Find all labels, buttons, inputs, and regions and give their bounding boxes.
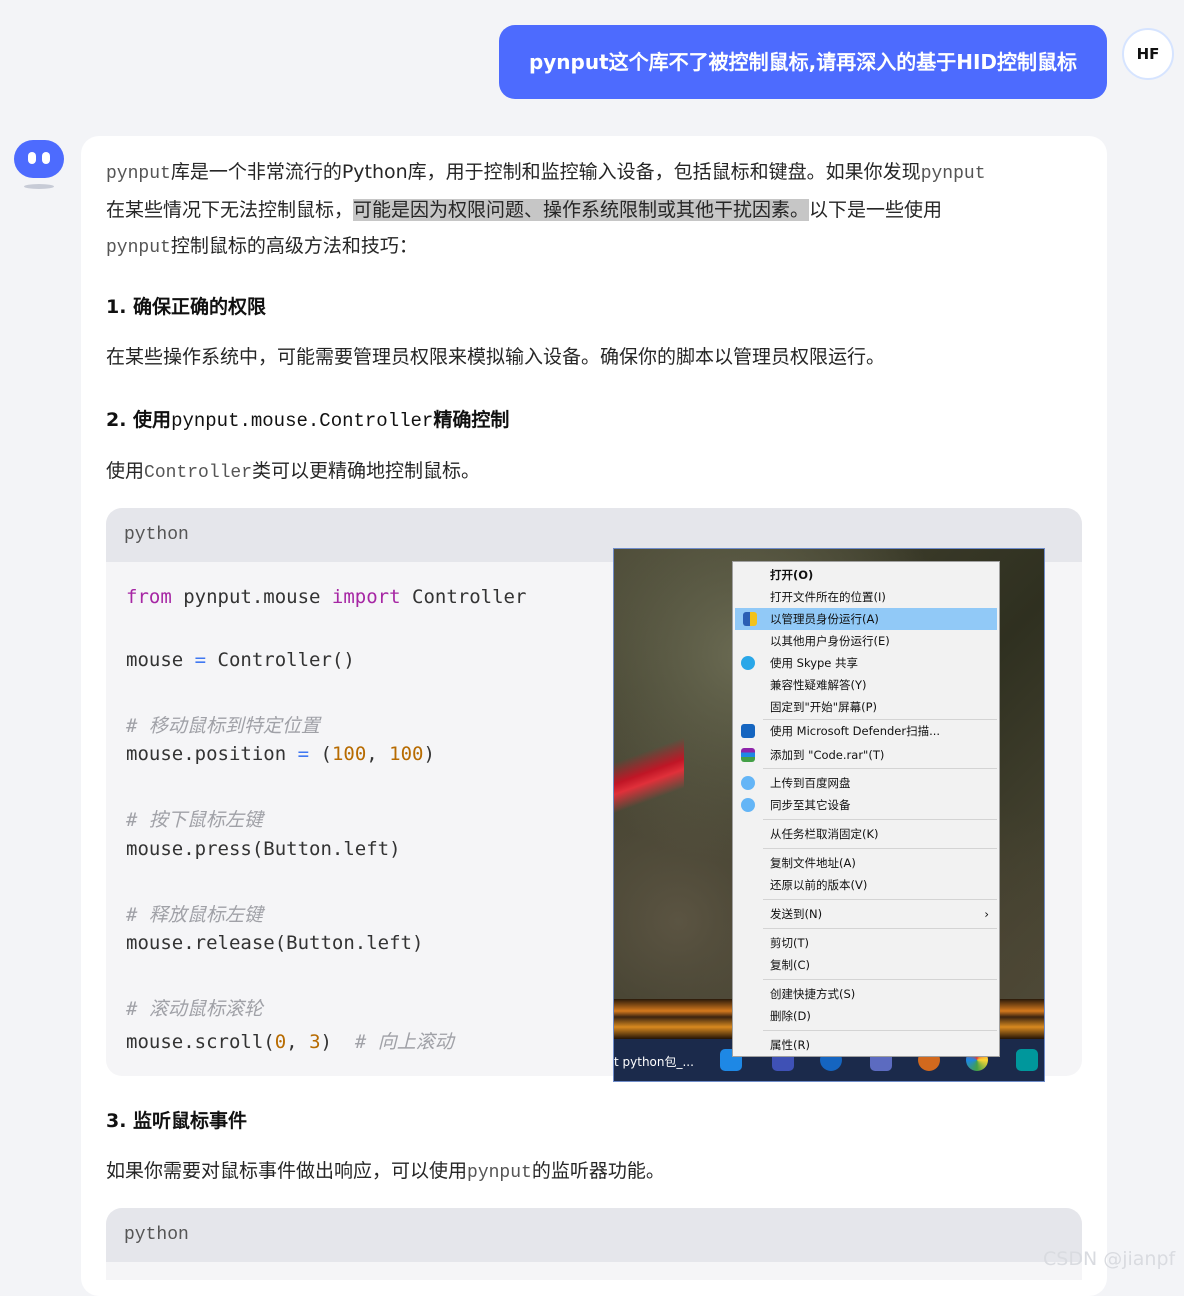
paragraph-text: 使用 (106, 460, 145, 482)
code-line: mouse.release(Button.left) (126, 932, 424, 954)
menu-item-copy[interactable]: 复制(C) (733, 954, 999, 976)
inline-code: pynput (467, 1163, 532, 1183)
menu-separator (763, 819, 997, 820)
menu-item-add-to-rar[interactable]: 添加到 "Code.rar"(T) (733, 744, 999, 766)
section-heading-3: 3. 监听鼠标事件 (106, 1110, 248, 1132)
context-menu: 打开(O) 打开文件所在的位置(I) 以管理员身份运行(A) 以其他用户身份运行… (732, 561, 1000, 1057)
menu-item-copy-path[interactable]: 复制文件地址(A) (733, 852, 999, 874)
menu-item-cut[interactable]: 剪切(T) (733, 932, 999, 954)
inline-code: pynput (106, 164, 171, 184)
code-language-label: python (106, 1208, 1082, 1262)
menu-separator (763, 1030, 997, 1031)
intro-paragraph: pynput库是一个非常流行的Python库，用于控制和监控输入设备，包括鼠标和… (106, 154, 1081, 266)
code-line: from pynput.mouse import Controller (126, 586, 527, 608)
inline-code: pynput (920, 164, 986, 184)
inline-code: Controller (144, 463, 253, 483)
taskbar-item-label[interactable]: t python包_... (614, 1053, 694, 1070)
code-comment: # 按下鼠标左键 (126, 809, 263, 831)
sync-icon (741, 798, 755, 812)
code-line: mouse.press(Button.left) (126, 838, 401, 860)
section-1-paragraph: 在某些操作系统中，可能需要管理员权限来模拟输入设备。确保你的脚本以管理员权限运行… (106, 346, 886, 368)
code-block: python (106, 1208, 1082, 1280)
menu-separator (763, 928, 997, 929)
code-comment: # 移动鼠标到特定位置 (126, 715, 320, 737)
menu-item-restore-versions[interactable]: 还原以前的版本(V) (733, 874, 999, 896)
section-heading-1: 1. 确保正确的权限 (106, 296, 267, 318)
baidu-netdisk-icon (741, 776, 755, 790)
paragraph-text: 类可以更精确地控制鼠标。 (252, 460, 481, 482)
context-menu-screenshot: t python包_... 打开(O) 打开文件所在的位置(I) 以管理员身份运… (613, 548, 1045, 1082)
menu-separator (763, 899, 997, 900)
winrar-icon (741, 748, 755, 762)
intro-text-1: 库是一个非常流行的Python库，用于控制和监控输入设备，包括鼠标和键盘。如果你… (170, 161, 921, 183)
menu-item-delete[interactable]: 删除(D) (733, 1005, 999, 1027)
menu-item-open-file-location[interactable]: 打开文件所在的位置(I) (733, 586, 999, 608)
menu-item-unpin-taskbar[interactable]: 从任务栏取消固定(K) (733, 823, 999, 845)
paragraph-text: 的监听器功能。 (531, 1160, 665, 1182)
code-line: mouse = Controller() (126, 649, 355, 671)
heading-text: 精确控制 (433, 409, 510, 431)
menu-item-pin-to-start[interactable]: 固定到"开始"屏幕(P) (733, 696, 999, 718)
code-comment: # 滚动鼠标滚轮 (126, 998, 263, 1020)
heading-text: 2. 使用 (106, 409, 172, 431)
section-3-paragraph: 如果你需要对鼠标事件做出响应，可以使用pynput的监听器功能。 (106, 1153, 1081, 1191)
inline-code: pynput (106, 238, 171, 258)
user-message-bubble: pynput这个库不了被控制鼠标,请再深入的基于HID控制鼠标 (499, 25, 1107, 99)
menu-separator (763, 848, 997, 849)
menu-item-open[interactable]: 打开(O) (733, 564, 999, 586)
intro-text-4: 控制鼠标的高级方法和技巧： (170, 235, 418, 257)
highlighted-text: 可能是因为权限问题、操作系统限制或其他干扰因素。 (353, 199, 810, 221)
menu-item-run-as-admin[interactable]: 以管理员身份运行(A) (735, 608, 997, 630)
skype-icon (741, 656, 755, 670)
section-heading-2: 2. 使用pynput.mouse.Controller精确控制 (106, 405, 509, 432)
arduino-icon[interactable] (1016, 1049, 1038, 1071)
menu-separator (763, 979, 997, 980)
watermark: CSDN @jianpf (1043, 1248, 1176, 1270)
menu-item-defender-scan[interactable]: 使用 Microsoft Defender扫描... (733, 720, 999, 742)
paragraph-text: 如果你需要对鼠标事件做出响应，可以使用 (106, 1160, 468, 1182)
shield-icon (743, 612, 757, 626)
chevron-right-icon: › (984, 907, 989, 921)
menu-item-run-as-other-user[interactable]: 以其他用户身份运行(E) (733, 630, 999, 652)
code-line: mouse.position = (100, 100) (126, 743, 435, 765)
intro-text-2: 在某些情况下无法控制鼠标， (106, 199, 354, 221)
inline-code: pynput.mouse.Controller (171, 410, 434, 432)
user-avatar[interactable]: HF (1122, 28, 1174, 80)
game-background-art (614, 719, 684, 839)
section-2-paragraph: 使用Controller类可以更精确地控制鼠标。 (106, 453, 1081, 491)
menu-item-create-shortcut[interactable]: 创建快捷方式(S) (733, 983, 999, 1005)
assistant-avatar-icon (12, 138, 66, 192)
defender-shield-icon (741, 724, 755, 738)
menu-item-upload-baidu[interactable]: 上传到百度网盘 (733, 772, 999, 794)
menu-item-troubleshoot[interactable]: 兼容性疑难解答(Y) (733, 674, 999, 696)
menu-item-send-to[interactable]: 发送到(N) › (733, 903, 999, 925)
code-line: mouse.scroll(0, 3) # 向上滚动 (126, 1031, 454, 1053)
menu-item-properties[interactable]: 属性(R) (733, 1034, 999, 1056)
menu-separator (763, 768, 997, 769)
menu-item-sync-devices[interactable]: 同步至其它设备 (733, 794, 999, 816)
intro-text-3: 以下是一些使用 (809, 199, 943, 221)
menu-item-skype-share[interactable]: 使用 Skype 共享 (733, 652, 999, 674)
code-comment: # 释放鼠标左键 (126, 904, 263, 926)
